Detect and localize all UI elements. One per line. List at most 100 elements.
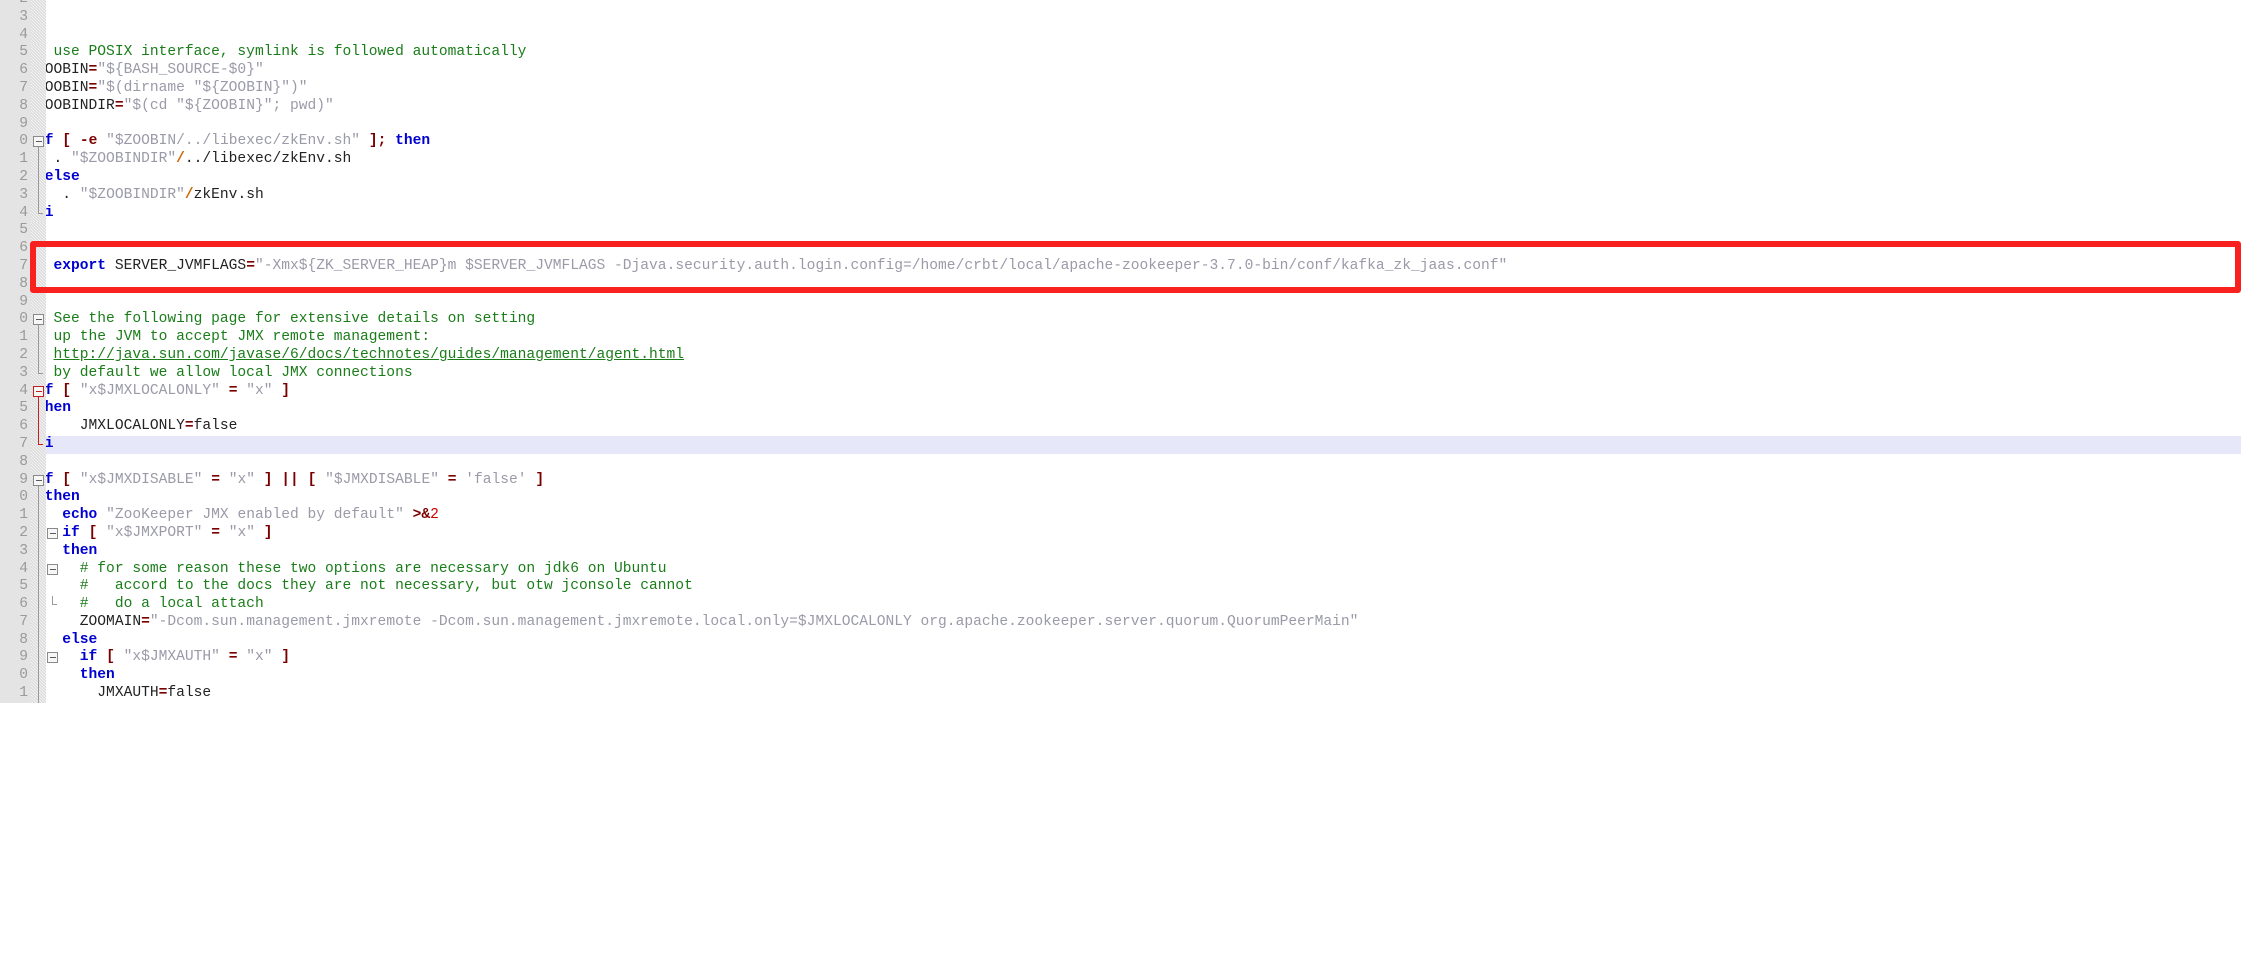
code-text[interactable]: # http://java.sun.com/javase/6/docs/tech… xyxy=(36,347,684,365)
code-line[interactable]: 1 echo "ZooKeeper JMX enabled by default… xyxy=(0,507,2241,525)
fold-collapse-icon-nested[interactable] xyxy=(47,652,58,664)
fold-collapse-icon[interactable] xyxy=(33,314,44,326)
code-text[interactable]: echo "ZooKeeper JMX enabled by default" … xyxy=(36,507,439,525)
code-line[interactable]: 2# xyxy=(0,0,2241,9)
code-line[interactable]: 3 xyxy=(0,8,2241,27)
code-text[interactable]: . "$ZOOBINDIR"/zkEnv.sh xyxy=(36,187,263,205)
token-kw: if xyxy=(62,524,80,541)
code-line[interactable]: 3 # by default we allow local JMX connect… xyxy=(0,364,2241,383)
code-line[interactable]: 0 then xyxy=(0,667,2241,686)
line-number: 3 xyxy=(0,8,31,27)
code-line[interactable]: 6 xyxy=(0,240,2241,258)
code-text[interactable]: if [ "x$JMXAUTH" = "x" ] xyxy=(36,649,290,667)
code-line[interactable]: 6 ZOOBIN="${BASH_SOURCE-$0}" xyxy=(0,62,2241,80)
code-text[interactable]: if [ "x$JMXLOCALONLY" = "x" ] xyxy=(36,383,290,401)
code-text[interactable]: JMXAUTH=false xyxy=(36,685,211,703)
code-line[interactable]: 7fi xyxy=(0,435,2241,454)
code-text[interactable]: export SERVER_JVMFLAGS="-Xmx${ZK_SERVER_… xyxy=(36,257,1508,276)
code-line[interactable]: 9 xyxy=(0,115,2241,134)
code-text[interactable]: ZOOBIN="${BASH_SOURCE-$0}" xyxy=(36,62,264,80)
code-text[interactable]: # accord to the docs they are not necess… xyxy=(36,578,693,596)
fold-guide-end xyxy=(38,435,43,445)
code-line[interactable]: 5 # use POSIX interface, symlink is follo… xyxy=(0,44,2241,63)
code-line[interactable]: 7 ZOOBIN="$(dirname "${ZOOBIN}")" xyxy=(0,79,2241,98)
code-line[interactable]: 8 else xyxy=(0,631,2241,650)
code-line[interactable]: 7 ZOOMAIN="-Dcom.sun.management.jmxremot… xyxy=(0,613,2241,632)
token-str: "$(dirname "${ZOOBIN}")" xyxy=(97,79,308,96)
code-line[interactable]: 9 if [ "x$JMXDISABLE" = "x" ] || [ "$JMXD… xyxy=(0,471,2241,490)
fold-collapse-icon[interactable] xyxy=(33,385,44,397)
code-line[interactable]: 4 if [ "x$JMXLOCALONLY" = "x" ] xyxy=(0,382,2241,401)
token-plain: SERVER_JVMFLAGS xyxy=(106,257,247,274)
line-number: 3 xyxy=(0,542,31,561)
fold-collapse-icon-nested[interactable] xyxy=(47,563,58,575)
code-editor[interactable]: 2#345# use POSIX interface, symlink is f… xyxy=(0,0,2241,973)
token-op: [ xyxy=(62,133,72,150)
code-text[interactable]: . "$ZOOBINDIR"/../libexec/zkEnv.sh xyxy=(36,151,352,169)
code-text[interactable]: if [ "x$JMXDISABLE" = "x" ] || [ "$JMXDI… xyxy=(36,472,544,490)
code-text[interactable]: # up the JVM to accept JMX remote manage… xyxy=(36,329,430,347)
token-kw: if xyxy=(79,649,98,666)
code-line[interactable]: 6 # do a local attach xyxy=(0,596,2241,614)
code-line[interactable]: 3 . "$ZOOBINDIR"/zkEnv.sh xyxy=(0,186,2241,205)
code-line[interactable]: 4 # for some reason these two options ar… xyxy=(0,560,2241,579)
code-line[interactable]: 8 xyxy=(0,275,2241,294)
code-text[interactable]: if [ "x$JMXPORT" = "x" ] xyxy=(36,524,272,543)
code-line[interactable]: 1 . "$ZOOBINDIR"/../libexec/zkEnv.sh xyxy=(0,151,2241,169)
code-line[interactable]: 5 then xyxy=(0,400,2241,419)
code-line[interactable]: 5 xyxy=(0,222,2241,241)
code-line[interactable]: 8 xyxy=(0,453,2241,472)
code-text[interactable]: JMXLOCALONLY=false xyxy=(36,418,238,436)
code-line[interactable]: 1 JMXAUTH=false xyxy=(0,685,2241,703)
token-str: "x" xyxy=(228,524,256,541)
code-line[interactable]: 4fi xyxy=(0,204,2241,223)
code-text[interactable]: # by default we allow local JMX connecti… xyxy=(36,365,413,383)
code-line[interactable]: 0 if [ -e "$ZOOBIN/../libexec/zkEnv.sh" ]… xyxy=(0,133,2241,152)
code-line[interactable]: 9 xyxy=(0,293,2241,312)
code-line[interactable]: 4 xyxy=(0,26,2241,45)
code-line[interactable]: 2 else xyxy=(0,168,2241,187)
code-line[interactable]: 8 ZOOBINDIR="$(cd "${ZOOBIN}"; pwd)" xyxy=(0,97,2241,116)
code-line[interactable]: 3 then xyxy=(0,542,2241,561)
line-number: 1 xyxy=(0,507,31,525)
line-number: 7 xyxy=(0,435,31,454)
token-str: "x$JMXDISABLE" xyxy=(79,471,203,488)
fold-collapse-icon[interactable] xyxy=(33,136,44,148)
line-number: 0 xyxy=(0,133,31,152)
code-line[interactable]: 0 # See the following page for extensive … xyxy=(0,311,2241,330)
code-line[interactable]: 1 # up the JVM to accept JMX remote manag… xyxy=(0,329,2241,347)
code-line[interactable]: 9 if [ "x$JMXAUTH" = "x" ] xyxy=(0,649,2241,668)
code-text[interactable]: # See the following page for extensive d… xyxy=(36,311,535,329)
token-kw: then xyxy=(36,667,115,684)
code-line[interactable]: 0 then xyxy=(0,489,2241,508)
code-text[interactable]: ZOOMAIN="-Dcom.sun.management.jmxremote … xyxy=(36,614,1359,632)
code-text[interactable]: then xyxy=(36,667,115,685)
code-text[interactable]: if [ -e "$ZOOBIN/../libexec/zkEnv.sh" ];… xyxy=(36,133,430,151)
code-rows[interactable]: 2#345# use POSIX interface, symlink is f… xyxy=(0,0,2241,703)
fold-collapse-icon-nested[interactable] xyxy=(47,527,58,539)
code-text[interactable]: ZOOBIN="$(dirname "${ZOOBIN}")" xyxy=(36,80,308,98)
code-text[interactable]: # do a local attach xyxy=(36,596,264,614)
code-text[interactable]: # for some reason these two options are … xyxy=(36,561,667,579)
token-op: = xyxy=(184,418,194,435)
code-line[interactable]: 6 JMXLOCALONLY=false xyxy=(0,418,2241,436)
code-line[interactable]: 2 if [ "x$JMXPORT" = "x" ] xyxy=(0,524,2241,543)
fold-collapse-icon[interactable] xyxy=(33,474,44,486)
token-str: "$ZOOBINDIR" xyxy=(71,151,177,168)
line-number: 5 xyxy=(0,222,31,241)
code-line[interactable]: 7 export SERVER_JVMFLAGS="-Xmx${ZK_SERVE… xyxy=(0,257,2241,276)
code-text[interactable]: # use POSIX interface, symlink is follow… xyxy=(36,44,526,62)
token-plain: false xyxy=(193,418,238,435)
fold-guide-end-nested xyxy=(52,596,57,606)
code-line[interactable]: 5 # accord to the docs they are not nece… xyxy=(0,578,2241,597)
token-str: 'false' xyxy=(465,471,527,488)
code-line[interactable]: 2 # http://java.sun.com/javase/6/docs/tec… xyxy=(0,346,2241,365)
token-op: || xyxy=(281,471,299,488)
code-text[interactable]: ZOOBINDIR="$(cd "${ZOOBIN}"; pwd)" xyxy=(36,98,334,116)
